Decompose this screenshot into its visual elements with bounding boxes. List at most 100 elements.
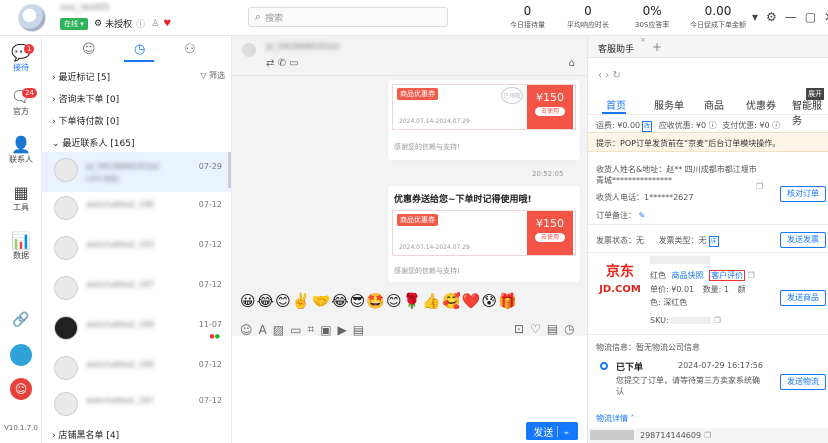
dropdown-icon[interactable]: ▾ (752, 10, 758, 24)
send-logistics-button[interactable]: 发送物流 (780, 374, 826, 390)
tab-smart-service[interactable]: 智能服务 (792, 97, 828, 127)
rail-item-data[interactable]: 📊 数据 (0, 232, 42, 261)
chevron-down-icon[interactable]: ⌄ (557, 425, 571, 437)
scrollbar[interactable] (228, 152, 231, 188)
history-icon[interactable]: ◷ (564, 322, 574, 336)
close-tab-icon[interactable]: × (640, 36, 646, 44)
list-item[interactable]: welichattest_184 07-12 (42, 350, 232, 390)
add-tab-icon[interactable]: + (652, 40, 662, 54)
rail-item-official[interactable]: 🗨 官方 24 (0, 88, 42, 117)
note-icon[interactable]: ▭ (289, 58, 298, 69)
copy-icon[interactable]: ❐ (714, 316, 721, 325)
app-shortcut-blue[interactable] (0, 344, 42, 368)
copy-icon[interactable]: ❐ (748, 271, 755, 280)
customer-review-link[interactable]: 客户评价 (709, 270, 746, 281)
copy-icon[interactable]: ❐ (756, 182, 763, 191)
link-icon[interactable]: 🔗 (0, 312, 42, 328)
coupon-ticket[interactable]: 商品优惠券 ¥150 去使用 2024.07.14-2024.07.29 (392, 210, 576, 256)
refresh-icon[interactable]: ↻ (612, 70, 620, 81)
use-coupon-button[interactable]: 去使用 (535, 107, 565, 116)
status-dots: ●● (209, 333, 221, 340)
chat-header: jd_5f6386893f1bd ⇄ ✆ ▭ ⌂ (232, 36, 587, 76)
invoice-type: 发票类型：无 (658, 236, 707, 245)
coupon-date: 2024.07.14-2024.07.29 (399, 118, 470, 125)
tab-service-order[interactable]: 服务单 (654, 97, 684, 112)
user-icon[interactable]: ♙ (151, 19, 159, 29)
list-item[interactable]: welichattest_187 07-12 (42, 270, 232, 310)
group-recent-contacts[interactable]: ⌄ 最近联系人 [165] (52, 136, 134, 149)
coupon-message-card[interactable]: 商品优惠券 已领取 ¥150 去使用 2024.07.14-2024.07.29… (388, 80, 580, 160)
help-icon[interactable]: ⓘ (136, 17, 145, 30)
rail-item-contacts[interactable]: 👤 联系人 (0, 136, 42, 165)
message-icon[interactable]: ▤ (547, 322, 558, 336)
group-no-order[interactable]: › 咨询未下单 [0] (52, 92, 119, 105)
edit-freight-tag[interactable]: 改 (642, 121, 653, 132)
close-icon[interactable]: ✕ (824, 10, 828, 24)
clock-tab-icon[interactable]: ◷ (134, 42, 145, 57)
heart-outline-icon[interactable]: ♡ (530, 322, 541, 336)
screenshot-icon[interactable]: ▣ (320, 323, 331, 337)
online-status-badge[interactable]: 在线 ▾ (60, 18, 88, 30)
list-item[interactable]: welichattest_193 07-12 (42, 230, 232, 270)
tabs-overflow-button[interactable]: 展开 (806, 88, 824, 100)
invoice-detail-tag[interactable]: 详 (708, 236, 719, 247)
filter-button[interactable]: ▽ 筛选 (200, 70, 225, 81)
tab-coupon[interactable]: 优惠券 (746, 97, 776, 112)
lock-icon[interactable]: ⊡ (514, 322, 524, 336)
heart-icon[interactable]: ♥ (163, 19, 171, 29)
product-snapshot-link[interactable]: 商品快照 (672, 271, 704, 280)
forward-icon[interactable]: › (605, 70, 609, 81)
avatar[interactable] (18, 4, 46, 32)
order-number: 298714144609 (640, 431, 702, 440)
bell-icon[interactable]: ⌂ (569, 58, 575, 69)
transfer-icon[interactable]: ⇄ (266, 58, 274, 69)
group-pending-pay[interactable]: › 下单待付款 [0] (52, 114, 119, 127)
tab-product[interactable]: 商品 (704, 97, 724, 112)
edit-pencil-icon[interactable]: ✎ (639, 211, 646, 220)
coupon-ticket[interactable]: 商品优惠券 已领取 ¥150 去使用 2024.07.14-2024.07.29 (392, 84, 576, 130)
minimize-icon[interactable]: — (785, 10, 797, 24)
divider (588, 224, 828, 225)
tab-home[interactable]: 首页 (606, 97, 626, 112)
phone-icon[interactable]: ✆ (278, 58, 286, 69)
emoji-icon[interactable]: ☺ (240, 323, 253, 337)
contact-time: 07-12 (198, 240, 222, 249)
copy-icon[interactable]: ❐ (704, 431, 711, 440)
list-item[interactable]: welichattest_187 07-12 (42, 386, 232, 426)
list-item[interactable]: welichattest_196 07-12 (42, 190, 232, 230)
quick-reply-icon[interactable]: ▤ (353, 323, 364, 337)
group-recent-marked[interactable]: › 最近标记 [5] (52, 70, 110, 83)
search-input[interactable]: ⌕ 搜索 (248, 7, 448, 27)
sku-value-blurred (671, 317, 712, 324)
maximize-icon[interactable]: ▢ (805, 10, 816, 24)
send-product-button[interactable]: 发送商品 (780, 290, 826, 306)
jd-logo: 京东 JD.COM (596, 260, 644, 308)
send-invoice-button[interactable]: 发送发票 (780, 232, 826, 248)
chat-bubble-icon: 💬 (11, 43, 31, 62)
logistics-detail-link[interactable]: 物流详情 ˄ (596, 413, 635, 424)
font-icon[interactable]: A (259, 323, 267, 337)
list-item[interactable]: jd_5f6386893f1bd [卡片消息] 07-29 (42, 152, 232, 192)
panel-title-tab[interactable]: 客服助手 (598, 42, 634, 55)
check-order-button[interactable]: 核对订单 (780, 186, 826, 202)
stat-value: 0 (584, 4, 592, 18)
group-blacklist[interactable]: › 店铺黑名单 [4] (52, 428, 119, 441)
group-tab-icon[interactable]: ⚇ (184, 42, 196, 57)
rail-item-reception[interactable]: 💬 接待 1 (0, 44, 42, 73)
use-coupon-button[interactable]: 去使用 (535, 233, 565, 242)
send-button[interactable]: 发送 ⌄ (526, 422, 578, 440)
recent-chat-tab-icon[interactable]: ☺ (82, 42, 96, 57)
video-icon[interactable]: ▶ (338, 323, 347, 337)
image-icon[interactable]: ▨ (273, 323, 284, 337)
emoji-quick-bar[interactable]: 😀😂😊✌️🤝😂😎🤩😊🌹👍🥰❤️😰🎁 (240, 292, 518, 310)
stat-30s-rate: 0% 30S应答率 (635, 4, 669, 30)
rail-item-tools[interactable]: ▦ 工具 (0, 184, 42, 213)
settings-icon[interactable]: ⚙ (766, 10, 777, 24)
back-icon[interactable]: ‹ (598, 70, 602, 81)
list-item[interactable]: welichattest_189 11-07 ●● (42, 310, 232, 350)
app-shortcut-red[interactable]: ☺ (0, 378, 42, 400)
folder-icon[interactable]: ▭ (290, 323, 301, 337)
coupon-message-card[interactable]: 优惠券送给您~下单时记得使用哦! 商品优惠券 ¥150 去使用 2024.07.… (388, 186, 580, 282)
crop-icon[interactable]: ⌗ (307, 322, 314, 337)
group-label: 店铺黑名单 [4] (58, 431, 120, 441)
